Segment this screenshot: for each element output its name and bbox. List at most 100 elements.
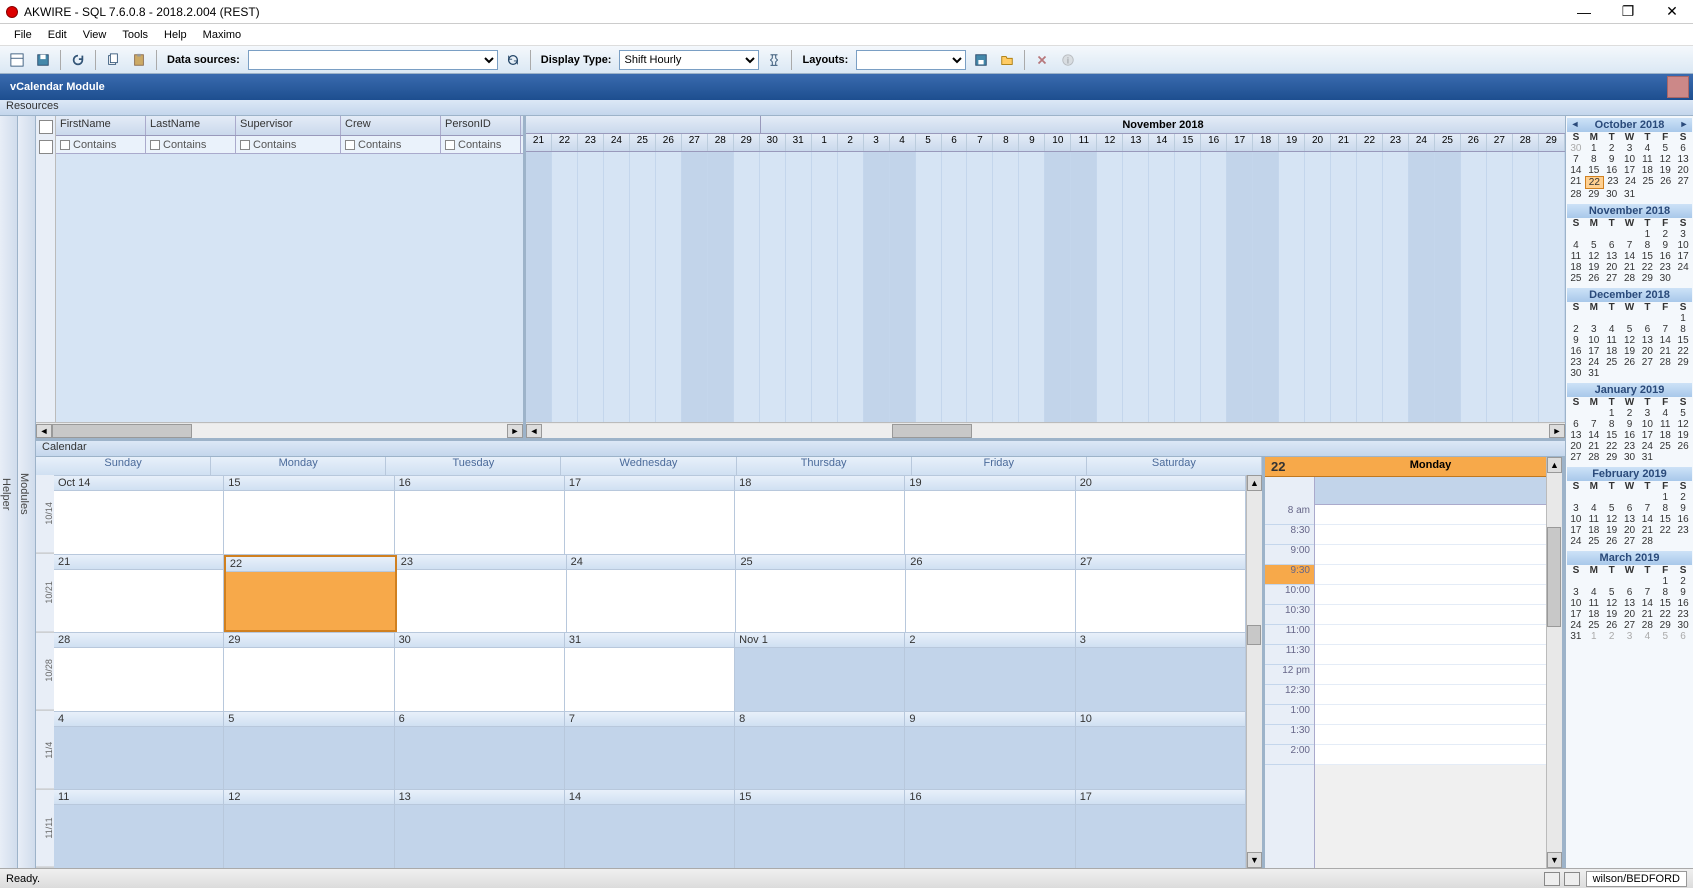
mini-day[interactable]: 21	[1585, 441, 1603, 452]
mini-day[interactable]: 1	[1656, 492, 1674, 503]
data-sources-select[interactable]	[248, 50, 498, 70]
mini-day[interactable]	[1603, 313, 1621, 324]
timeline-day[interactable]: 29	[1539, 134, 1565, 151]
mini-day[interactable]: 3	[1567, 587, 1585, 598]
month-cell[interactable]: 15	[735, 790, 905, 868]
mini-day[interactable]: 20	[1621, 609, 1639, 620]
close-button[interactable]: ✕	[1657, 2, 1687, 22]
mini-day[interactable]: 30	[1656, 273, 1674, 284]
mini-day[interactable]: 24	[1638, 441, 1656, 452]
mini-day[interactable]	[1585, 313, 1603, 324]
mini-day[interactable]: 5	[1603, 587, 1621, 598]
month-cell[interactable]: 28	[54, 633, 224, 711]
mini-day[interactable]: 22	[1585, 176, 1605, 189]
month-cell[interactable]: 18	[735, 476, 905, 554]
mini-day[interactable]: 14	[1656, 335, 1674, 346]
timeline-day[interactable]: 25	[630, 134, 656, 151]
mini-day[interactable]	[1621, 492, 1639, 503]
mini-day[interactable]: 2	[1621, 408, 1639, 419]
mini-day[interactable]: 19	[1674, 430, 1692, 441]
mini-day[interactable]: 25	[1585, 620, 1603, 631]
mini-day[interactable]	[1656, 189, 1674, 200]
mini-day[interactable]: 25	[1585, 536, 1603, 547]
mini-day[interactable]: 22	[1603, 441, 1621, 452]
timeline-day[interactable]: 30	[760, 134, 786, 151]
month-cell[interactable]: 5	[224, 712, 394, 790]
mini-day[interactable]: 1	[1603, 408, 1621, 419]
timeline-day[interactable]: 20	[1305, 134, 1331, 151]
mini-day[interactable]: 24	[1585, 357, 1603, 368]
mini-day[interactable]: 11	[1567, 251, 1585, 262]
maximize-button[interactable]: ❐	[1613, 2, 1643, 22]
mini-day[interactable]: 7	[1656, 324, 1674, 335]
mini-day[interactable]: 6	[1603, 240, 1621, 251]
mini-day[interactable]: 6	[1638, 324, 1656, 335]
mini-day[interactable]: 27	[1603, 273, 1621, 284]
mini-day[interactable]: 18	[1603, 346, 1621, 357]
mini-day[interactable]: 17	[1567, 609, 1585, 620]
mini-day[interactable]: 15	[1656, 598, 1674, 609]
mini-day[interactable]	[1656, 452, 1674, 463]
menu-maximo[interactable]: Maximo	[195, 27, 250, 43]
next-month-icon[interactable]: ►	[1678, 119, 1690, 131]
mini-day[interactable]: 11	[1638, 154, 1656, 165]
timeline-day[interactable]: 22	[552, 134, 578, 151]
mini-day[interactable]	[1674, 452, 1692, 463]
mini-day[interactable]: 15	[1585, 165, 1603, 176]
mini-day[interactable]: 10	[1638, 419, 1656, 430]
mini-day[interactable]: 4	[1585, 587, 1603, 598]
layout-open-button[interactable]	[996, 49, 1018, 71]
mini-day[interactable]: 1	[1585, 631, 1603, 642]
mini-day[interactable]: 29	[1656, 620, 1674, 631]
mini-day[interactable]: 13	[1603, 251, 1621, 262]
mini-day[interactable]	[1656, 368, 1674, 379]
mini-day[interactable]: 26	[1603, 536, 1621, 547]
mini-day[interactable]: 9	[1567, 335, 1585, 346]
mini-day[interactable]: 18	[1585, 525, 1603, 536]
month-cell[interactable]: 25	[736, 555, 906, 633]
mini-day[interactable]: 14	[1638, 514, 1656, 525]
paste-button[interactable]	[128, 49, 150, 71]
col-crew[interactable]: Crew	[341, 116, 441, 135]
mini-day[interactable]: 7	[1621, 240, 1639, 251]
month-cell[interactable]: 17	[1076, 790, 1246, 868]
mini-day[interactable]	[1567, 576, 1585, 587]
timeline-day[interactable]: 21	[1331, 134, 1357, 151]
mini-day[interactable]: 29	[1638, 273, 1656, 284]
month-cell[interactable]: 11	[54, 790, 224, 868]
col-personid[interactable]: PersonID	[441, 116, 521, 135]
mini-day[interactable]	[1656, 536, 1674, 547]
mini-day[interactable]: 3	[1674, 229, 1692, 240]
mini-day[interactable]: 7	[1638, 587, 1656, 598]
month-cell[interactable]: 6	[395, 712, 565, 790]
mini-day[interactable]: 11	[1656, 419, 1674, 430]
mini-day[interactable]: 4	[1638, 143, 1656, 154]
mini-day[interactable]: 23	[1656, 262, 1674, 273]
mini-day[interactable]: 17	[1585, 346, 1603, 357]
module-calendar-icon[interactable]	[1667, 76, 1689, 98]
mini-day[interactable]	[1656, 313, 1674, 324]
mini-day[interactable]: 14	[1567, 165, 1585, 176]
layout-delete-button[interactable]	[1031, 49, 1053, 71]
month-cell[interactable]: 24	[567, 555, 737, 633]
mini-day[interactable]: 13	[1567, 430, 1585, 441]
mini-day[interactable]: 10	[1674, 240, 1692, 251]
mini-day[interactable]: 19	[1585, 262, 1603, 273]
mini-day[interactable]: 6	[1674, 143, 1692, 154]
mini-day[interactable]: 1	[1585, 143, 1603, 154]
mini-day[interactable]: 30	[1603, 189, 1621, 200]
refresh-button[interactable]	[67, 49, 89, 71]
mini-day[interactable]	[1585, 492, 1603, 503]
timeline-day[interactable]: 18	[1253, 134, 1279, 151]
mini-day[interactable]: 18	[1585, 609, 1603, 620]
layouts-select[interactable]	[856, 50, 966, 70]
timeline-day[interactable]: 24	[1409, 134, 1435, 151]
mini-day[interactable]: 16	[1674, 598, 1692, 609]
prev-month-icon[interactable]: ◄	[1569, 119, 1581, 131]
mini-day[interactable]: 8	[1585, 154, 1603, 165]
mini-day[interactable]: 8	[1638, 240, 1656, 251]
timeline-day[interactable]: 9	[1019, 134, 1045, 151]
mini-day[interactable]: 12	[1603, 514, 1621, 525]
month-cell[interactable]: 9	[905, 712, 1075, 790]
mini-day[interactable]: 16	[1603, 165, 1621, 176]
